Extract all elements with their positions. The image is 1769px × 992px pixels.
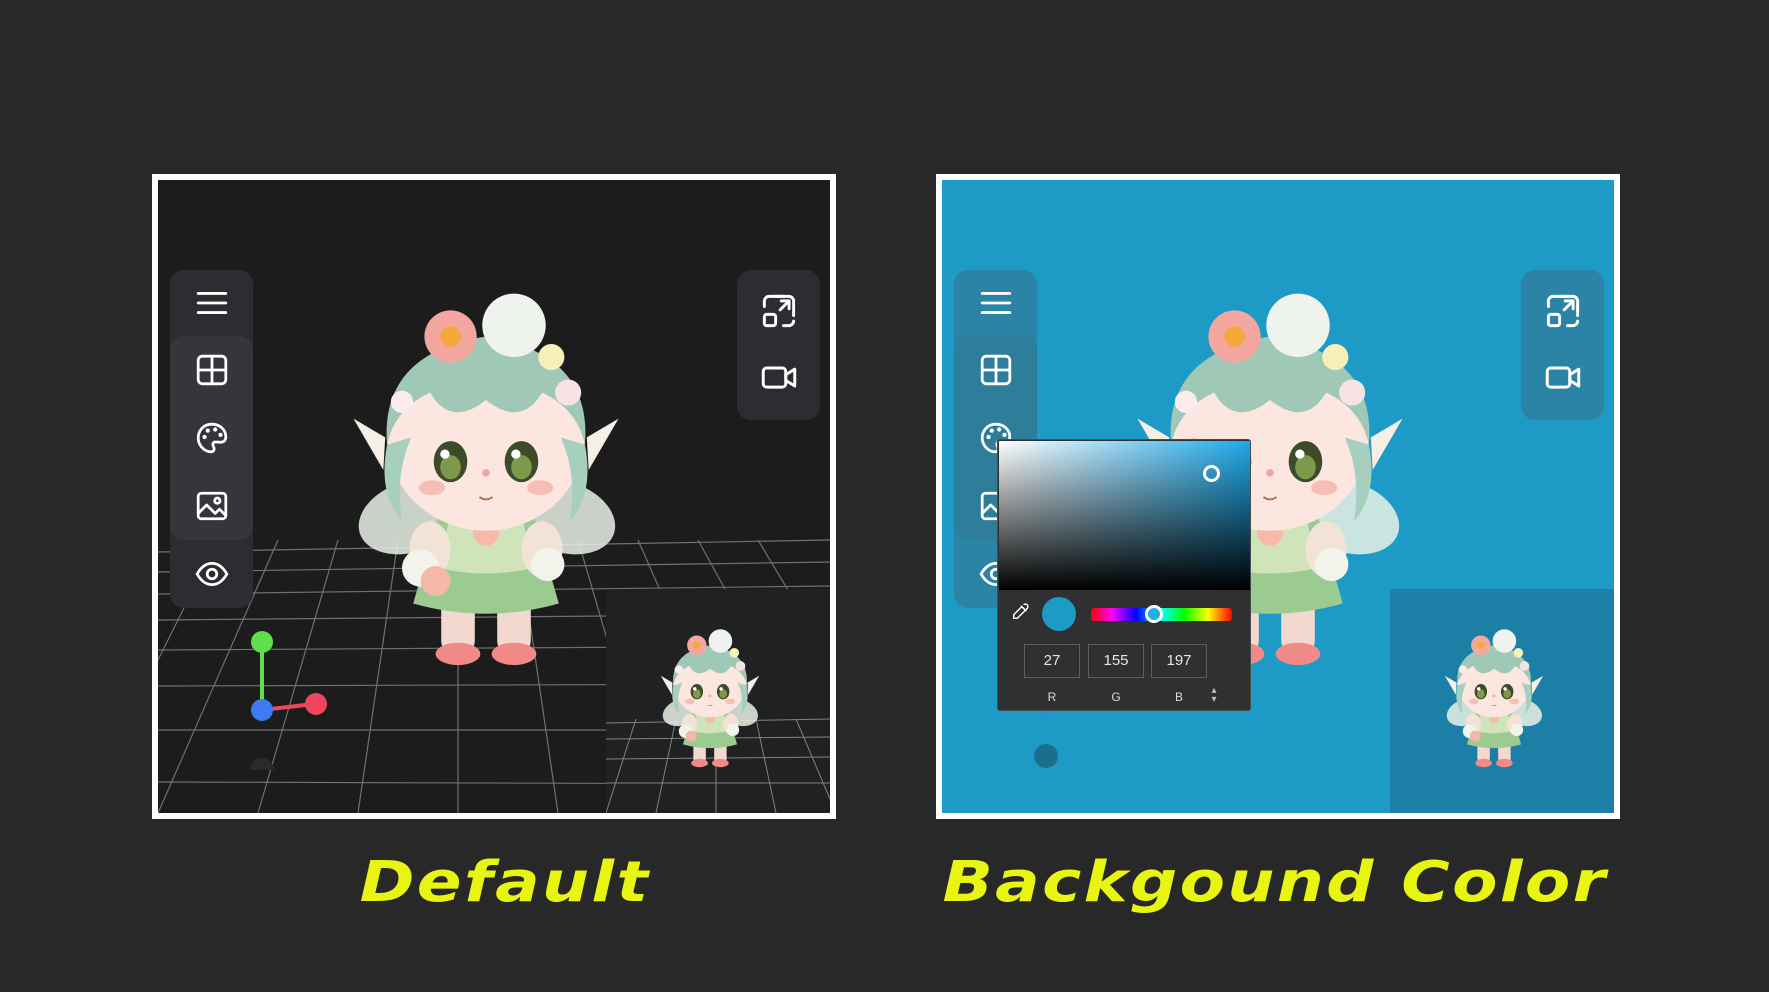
viewer-panel-default (152, 174, 836, 819)
video-camera-icon (761, 366, 796, 389)
right-toolbar (737, 270, 820, 420)
eyedropper-icon[interactable] (1011, 603, 1029, 621)
red-label: R (1047, 690, 1057, 704)
saturation-value-handle[interactable] (1203, 465, 1220, 482)
toolbar-group (170, 336, 253, 540)
menu-button[interactable] (170, 270, 253, 336)
menu-icon (980, 292, 1011, 314)
eye-icon (195, 561, 228, 587)
color-mode-toggle[interactable]: ▴ ▾ (1207, 686, 1221, 705)
palette-icon (196, 422, 227, 454)
axis-y-handle[interactable] (251, 631, 273, 653)
background-color-button[interactable] (170, 404, 253, 472)
menu-button[interactable] (954, 270, 1037, 336)
preview-character (1442, 628, 1546, 768)
color-picker: 27 155 197 R G B ▴ ▾ (997, 439, 1251, 711)
saturation-value-area[interactable] (999, 441, 1250, 590)
record-video-button[interactable] (1521, 344, 1604, 410)
grid-view-button[interactable] (954, 336, 1037, 404)
fullscreen-button[interactable] (737, 278, 820, 344)
hue-slider[interactable] (1091, 605, 1232, 623)
record-video-button[interactable] (737, 344, 820, 410)
hue-slider-handle[interactable] (1145, 605, 1163, 623)
caption-default: Default (359, 850, 651, 915)
color-swatch (1042, 597, 1076, 631)
green-label: G (1111, 690, 1121, 704)
axis-z-handle[interactable] (251, 699, 273, 721)
viewer-panel-background-color: 27 155 197 R G B ▴ ▾ (936, 174, 1620, 819)
left-toolbar (170, 270, 253, 608)
green-input[interactable]: 155 (1088, 644, 1144, 678)
blue-input[interactable]: 197 (1151, 644, 1207, 678)
fullscreen-button[interactable] (1521, 278, 1604, 344)
fullscreen-icon (1546, 294, 1579, 328)
axis-origin (1034, 744, 1058, 768)
preview-character (658, 628, 762, 768)
axis-x-handle[interactable] (305, 693, 327, 715)
grid-view-icon (980, 354, 1011, 386)
video-camera-icon (1545, 366, 1580, 389)
caption-background-color: Backgound Color (942, 850, 1608, 915)
blue-label: B (1174, 690, 1183, 704)
red-input[interactable]: 27 (1024, 644, 1080, 678)
fullscreen-icon (762, 294, 795, 328)
grid-view-button[interactable] (170, 336, 253, 404)
preview-thumbnail (1390, 589, 1614, 813)
character-model[interactable] (346, 288, 626, 680)
image-icon (196, 491, 227, 521)
menu-icon (196, 292, 227, 314)
axis-gizmo[interactable] (238, 620, 348, 770)
environment-image-button[interactable] (170, 472, 253, 540)
preview-thumbnail (606, 589, 830, 813)
grid-view-icon (196, 354, 227, 386)
visibility-button[interactable] (170, 540, 253, 608)
right-toolbar (1521, 270, 1604, 420)
